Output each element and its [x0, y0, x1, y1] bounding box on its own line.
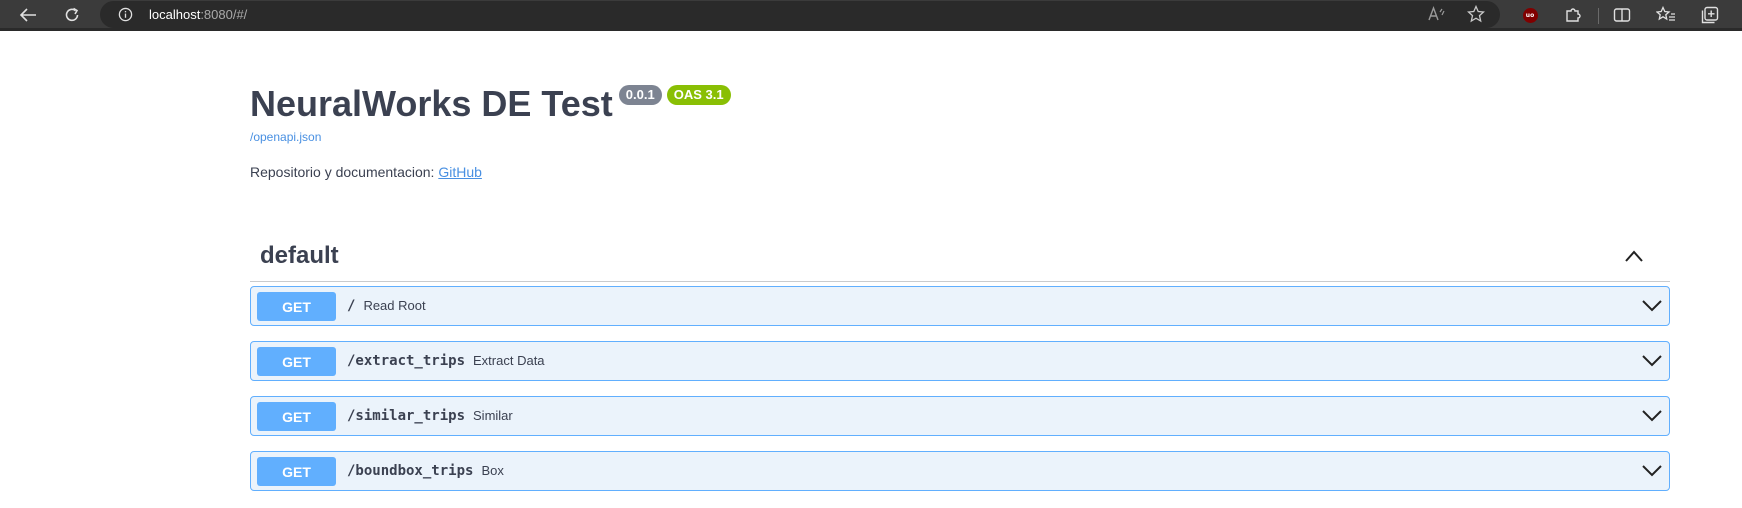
- read-aloud-icon: [1428, 6, 1445, 21]
- chevron-down-icon[interactable]: [1641, 409, 1663, 423]
- operation-summary: Box: [481, 463, 504, 478]
- operation-path: /boundbox_trips Box: [347, 463, 504, 479]
- chevron-down-icon[interactable]: [1641, 299, 1663, 313]
- path-text: /: [347, 298, 356, 314]
- method-badge: GET: [257, 292, 336, 321]
- address-bar[interactable]: localhost:8080/#/: [100, 1, 1500, 28]
- api-description: Repositorio y documentacion: GitHub: [250, 164, 482, 180]
- favorite-star-icon: [1467, 5, 1485, 23]
- extensions-button[interactable]: [1562, 5, 1584, 25]
- split-screen-icon: [1613, 8, 1631, 22]
- version-badge: 0.0.1: [618, 85, 662, 105]
- url-text[interactable]: localhost:8080/#/: [149, 7, 247, 22]
- operation-summary: Extract Data: [473, 353, 545, 368]
- operation-get-root[interactable]: GET / Read Root: [250, 286, 1670, 326]
- chevron-down-icon[interactable]: [1641, 464, 1663, 478]
- method-badge: GET: [257, 347, 336, 376]
- chevron-up-icon[interactable]: [1624, 249, 1644, 263]
- refresh-icon: [65, 7, 79, 22]
- oas-badge: OAS 3.1: [666, 85, 731, 105]
- url-path: :8080/#/: [200, 7, 248, 22]
- operation-get-boundbox-trips[interactable]: GET /boundbox_trips Box: [250, 451, 1670, 491]
- tag-section-default[interactable]: default: [250, 235, 1670, 282]
- operation-path: / Read Root: [347, 298, 426, 314]
- extensions-icon: [1566, 8, 1581, 22]
- browser-toolbar: localhost:8080/#/ uo: [0, 0, 1742, 31]
- github-link[interactable]: GitHub: [438, 164, 482, 180]
- refresh-button[interactable]: [58, 3, 86, 27]
- operation-get-extract-trips[interactable]: GET /extract_trips Extract Data: [250, 341, 1670, 381]
- favorites-list-icon: [1656, 6, 1675, 21]
- method-badge: GET: [257, 457, 336, 486]
- info-icon[interactable]: [118, 7, 133, 22]
- api-title-row: NeuralWorks DE Test 0.0.1 OAS 3.1: [250, 82, 731, 126]
- ublock-origin-icon: uo: [1522, 7, 1538, 23]
- toolbar-divider: [1598, 8, 1599, 24]
- ublock-origin-button[interactable]: uo: [1519, 5, 1541, 25]
- url-host: localhost: [149, 7, 201, 22]
- path-text: /boundbox_trips: [347, 463, 474, 479]
- path-text: /similar_trips: [347, 408, 466, 424]
- tag-name: default: [260, 242, 339, 269]
- back-button[interactable]: [14, 3, 42, 27]
- method-badge: GET: [257, 402, 336, 431]
- favorites-list-button[interactable]: [1655, 5, 1677, 25]
- collections-icon: [1701, 6, 1719, 24]
- api-title: NeuralWorks DE Test: [250, 83, 613, 124]
- operation-get-similar-trips[interactable]: GET /similar_trips Similar: [250, 396, 1670, 436]
- split-screen-button[interactable]: [1611, 5, 1633, 25]
- read-aloud-button[interactable]: [1426, 4, 1448, 24]
- description-text: Repositorio y documentacion:: [250, 164, 439, 180]
- operation-summary: Read Root: [363, 298, 426, 313]
- favorite-button[interactable]: [1465, 4, 1487, 24]
- path-text: /extract_trips: [347, 353, 466, 369]
- operation-path: /similar_trips Similar: [347, 408, 513, 424]
- collections-button[interactable]: [1699, 5, 1721, 25]
- back-arrow-icon: [19, 8, 36, 22]
- openapi-json-link[interactable]: /openapi.json: [250, 130, 321, 144]
- operation-summary: Similar: [473, 408, 513, 423]
- chevron-down-icon[interactable]: [1641, 354, 1663, 368]
- operation-path: /extract_trips Extract Data: [347, 353, 545, 369]
